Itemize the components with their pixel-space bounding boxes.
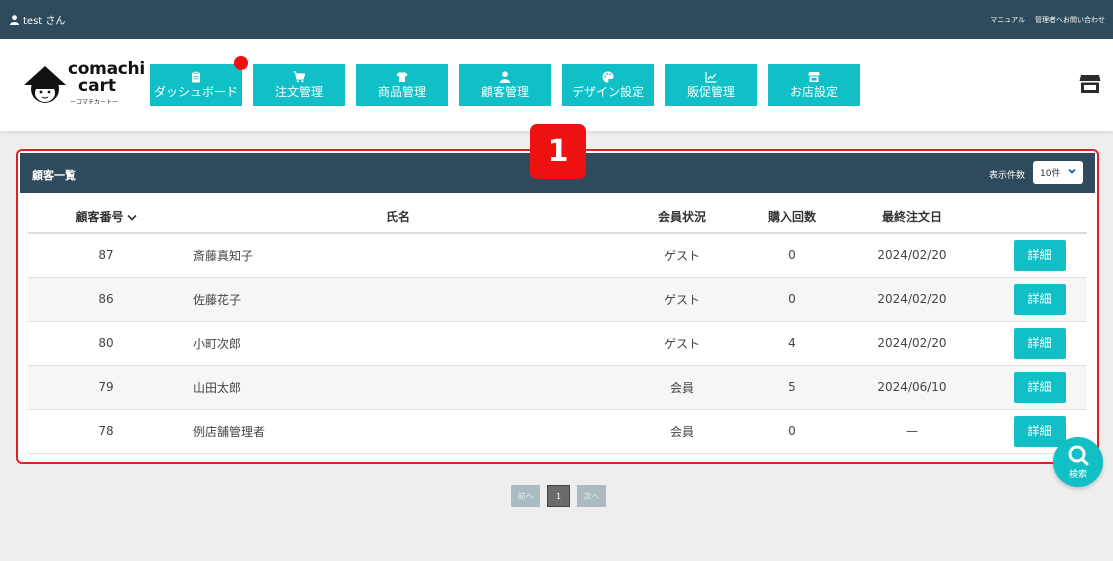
cell-member-status: 会員 <box>612 409 752 454</box>
detail-button[interactable]: 詳細 <box>1013 371 1066 403</box>
table-header-row: 顧客番号 氏名 会員状況 購入回数 最終注文日 <box>28 201 1087 234</box>
clipboard-icon <box>192 71 200 83</box>
main-header: comachi cart ーコマチカートー ダッシュボード 注文管理 商品管理 … <box>0 39 1113 131</box>
user-icon <box>10 14 19 25</box>
detail-button[interactable]: 詳細 <box>1013 283 1066 315</box>
cell-member-status: 会員 <box>612 365 752 410</box>
cell-name: 小町次郎 <box>184 321 612 366</box>
cell-purchase-count: 0 <box>752 277 832 322</box>
nav-dashboard[interactable]: ダッシュボード <box>150 56 248 106</box>
col-header-action <box>992 201 1087 234</box>
logo-subtext: ーコマチカートー <box>70 99 119 106</box>
storefront-icon[interactable] <box>1079 74 1101 94</box>
chevron-down-icon <box>1068 168 1076 174</box>
main-nav: ダッシュボード 注文管理 商品管理 顧客管理 デザイン設定 販促管理 お店設定 <box>150 56 871 106</box>
cell-customer-number: 86 <box>28 277 184 322</box>
pagination: 前へ 1 次へ <box>511 485 606 507</box>
sort-chevron-down-icon <box>126 214 137 221</box>
nav-products[interactable]: 商品管理 <box>356 64 448 106</box>
nav-design[interactable]: デザイン設定 <box>562 64 654 106</box>
cell-last-order-date: — <box>832 409 992 454</box>
cart-icon <box>293 71 305 83</box>
tshirt-icon <box>396 72 408 82</box>
logo-mascot-icon <box>24 66 66 103</box>
cell-action: 詳細 <box>992 277 1087 322</box>
cell-customer-number: 78 <box>28 409 184 454</box>
nav-dashboard-label: ダッシュボード <box>153 85 238 99</box>
pager-prev-button[interactable]: 前へ <box>511 485 540 507</box>
user-menu[interactable]: test さん <box>10 12 65 27</box>
contact-admin-link[interactable]: 管理者へお問い合わせ <box>1035 15 1105 25</box>
nav-orders[interactable]: 注文管理 <box>253 64 345 106</box>
cell-last-order-date: 2024/02/20 <box>832 321 992 366</box>
nav-customers-label: 顧客管理 <box>480 85 529 99</box>
per-page-value: 10件 <box>1040 169 1061 179</box>
table-row: 86 佐藤花子 ゲスト 0 2024/02/20 詳細 <box>28 277 1087 322</box>
cell-last-order-date: 2024/02/20 <box>832 277 992 322</box>
pager-page-1[interactable]: 1 <box>547 485 570 507</box>
search-fab-button[interactable]: 検索 <box>1053 437 1103 487</box>
chart-line-icon <box>705 72 717 83</box>
cell-customer-number: 80 <box>28 321 184 366</box>
table-row: 78 例店舗管理者 会員 0 — 詳細 <box>28 409 1087 454</box>
cell-member-status: ゲスト <box>612 277 752 322</box>
cell-member-status: ゲスト <box>612 233 752 278</box>
col-header-customer-number[interactable]: 顧客番号 <box>28 201 184 234</box>
cell-name: 佐藤花子 <box>184 277 612 322</box>
nav-customers[interactable]: 顧客管理 <box>459 64 551 106</box>
logo-text-line2: cart <box>78 76 117 96</box>
cell-name: 山田太郎 <box>184 365 612 410</box>
cell-action: 詳細 <box>992 233 1087 278</box>
comachi-cart-logo[interactable]: comachi cart ーコマチカートー <box>22 59 145 113</box>
search-fab-label: 検索 <box>1068 470 1087 480</box>
customer-table: 顧客番号 氏名 会員状況 購入回数 最終注文日 87 斎藤真知子 ゲスト 0 2… <box>28 201 1087 454</box>
table-row: 79 山田太郎 会員 5 2024/06/10 詳細 <box>28 365 1087 410</box>
per-page-select[interactable]: 10件 <box>1033 161 1083 184</box>
search-icon <box>1068 445 1089 466</box>
cell-name: 例店舗管理者 <box>184 409 612 454</box>
table-row: 80 小町次郎 ゲスト 4 2024/02/20 詳細 <box>28 321 1087 366</box>
table-row: 87 斎藤真知子 ゲスト 0 2024/02/20 詳細 <box>28 233 1087 278</box>
nav-orders-label: 注文管理 <box>274 85 323 99</box>
cell-last-order-date: 2024/06/10 <box>832 365 992 410</box>
nav-design-label: デザイン設定 <box>571 85 644 99</box>
cell-member-status: ゲスト <box>612 321 752 366</box>
cell-purchase-count: 0 <box>752 409 832 454</box>
cell-purchase-count: 0 <box>752 233 832 278</box>
nav-store-settings[interactable]: お店設定 <box>768 64 860 106</box>
cell-action: 詳細 <box>992 365 1087 410</box>
per-page-label: 表示件数 <box>988 171 1025 181</box>
col-header-last-order-date: 最終注文日 <box>832 201 992 234</box>
cell-customer-number: 79 <box>28 365 184 410</box>
cell-purchase-count: 4 <box>752 321 832 366</box>
palette-icon <box>602 71 614 83</box>
col-header-name: 氏名 <box>184 201 612 234</box>
notification-dot <box>234 56 248 70</box>
col-header-member-status: 会員状況 <box>612 201 752 234</box>
nav-promotion-label: 販促管理 <box>686 85 735 99</box>
user-name: test さん <box>23 16 66 27</box>
nav-products-label: 商品管理 <box>377 85 426 99</box>
col-header-purchase-count: 購入回数 <box>752 201 832 234</box>
top-bar: test さん マニュアル 管理者へお問い合わせ <box>0 0 1113 39</box>
cell-name: 斎藤真知子 <box>184 233 612 278</box>
cell-last-order-date: 2024/02/20 <box>832 233 992 278</box>
annotation-badge: 1 <box>530 124 586 179</box>
cell-purchase-count: 5 <box>752 365 832 410</box>
detail-button[interactable]: 詳細 <box>1013 415 1066 447</box>
detail-button[interactable]: 詳細 <box>1013 239 1066 271</box>
manual-link[interactable]: マニュアル <box>990 15 1025 25</box>
store-icon <box>808 72 820 82</box>
cell-action: 詳細 <box>992 321 1087 366</box>
pager-next-button[interactable]: 次へ <box>577 485 606 507</box>
nav-store-settings-label: お店設定 <box>789 85 838 99</box>
cell-customer-number: 87 <box>28 233 184 278</box>
user-icon <box>499 71 511 83</box>
panel-title: 顧客一覧 <box>32 169 76 182</box>
detail-button[interactable]: 詳細 <box>1013 327 1066 359</box>
nav-promotion[interactable]: 販促管理 <box>665 64 757 106</box>
top-links: マニュアル 管理者へお問い合わせ <box>990 15 1105 25</box>
